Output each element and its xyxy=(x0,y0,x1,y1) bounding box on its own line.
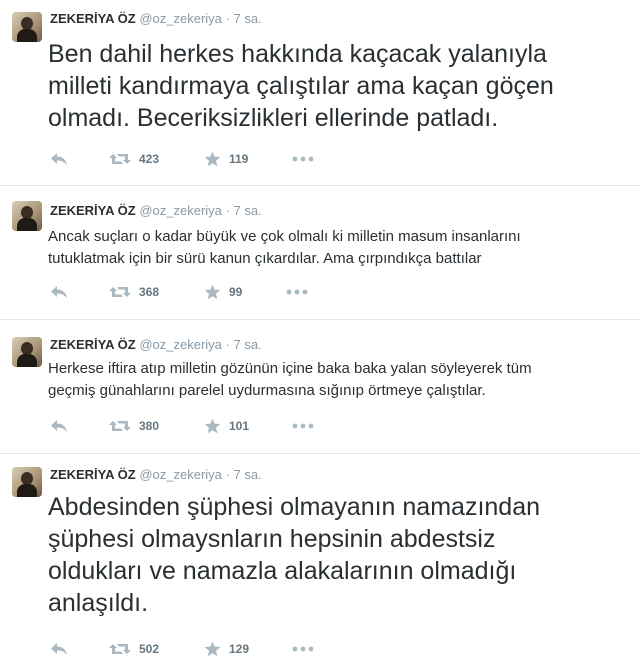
tweet-text-line: olmadı. Beceriksizlikleri ellerinde patl… xyxy=(48,104,499,132)
reply-icon xyxy=(51,420,67,432)
tweet-text: Herkese iftira atıp milletin gözünün içi… xyxy=(48,358,628,402)
avatar[interactable] xyxy=(12,201,42,231)
timestamp[interactable]: 7 sa. xyxy=(234,203,262,218)
tweet-text-line: şüphesi olmaysnların hepsinin abdestsiz xyxy=(48,525,496,553)
tweet-text-line: oldukları ve namazla alakalarının olmadı… xyxy=(48,557,517,585)
retweet-count: 423 xyxy=(139,152,160,166)
tweet-text-line: milleti kandırmaya çalıştılar ama kaçan … xyxy=(48,72,554,100)
favorite-count: 129 xyxy=(229,642,250,656)
tweet-text: Ben dahil herkes hakkında kaçacak yalanı… xyxy=(48,38,628,134)
separator-dot: · xyxy=(225,11,230,26)
author-name[interactable]: ZEKERİYA ÖZ xyxy=(50,337,136,352)
reply-button[interactable] xyxy=(50,639,68,659)
reply-icon xyxy=(51,643,67,655)
more-icon xyxy=(292,156,314,162)
tweet[interactable]: ZEKERİYA ÖZ @oz_zekeriya · 7 sa. Abdesin… xyxy=(0,454,640,669)
reply-button[interactable] xyxy=(50,282,68,302)
author-name[interactable]: ZEKERİYA ÖZ xyxy=(50,467,136,482)
retweet-count: 368 xyxy=(139,285,160,299)
reply-icon xyxy=(51,153,67,165)
reply-button[interactable] xyxy=(50,416,68,436)
reply-icon xyxy=(51,286,67,298)
star-icon xyxy=(204,641,221,657)
retweet-button[interactable]: 502 xyxy=(109,639,159,659)
favorite-count: 99 xyxy=(229,285,243,299)
avatar[interactable] xyxy=(12,467,42,497)
more-button[interactable] xyxy=(292,149,314,169)
retweet-button[interactable]: 380 xyxy=(109,416,159,436)
tweet-text-line: anlaşıldı. xyxy=(48,589,149,617)
more-icon xyxy=(292,646,314,652)
author-handle[interactable]: @oz_zekeriya xyxy=(139,467,222,482)
avatar[interactable] xyxy=(12,337,42,367)
tweet-text-line: tutuklatmak için bir sürü kanun çıkardıl… xyxy=(48,250,482,267)
more-icon xyxy=(292,423,314,429)
tweet-text: Abdesinden şüphesi olmayanın namazından … xyxy=(48,491,628,619)
tweet[interactable]: ZEKERİYA ÖZ @oz_zekeriya · 7 sa. Herkese… xyxy=(0,320,640,454)
more-icon xyxy=(286,289,308,295)
author-handle[interactable]: @oz_zekeriya xyxy=(139,203,222,218)
separator-dot: · xyxy=(225,337,230,352)
reply-button[interactable] xyxy=(50,149,68,169)
retweet-icon xyxy=(109,154,131,164)
star-icon xyxy=(204,284,221,300)
author-handle[interactable]: @oz_zekeriya xyxy=(139,11,222,26)
retweet-icon xyxy=(109,644,131,654)
favorite-button[interactable]: 101 xyxy=(204,416,249,436)
tweet[interactable]: ZEKERİYA ÖZ @oz_zekeriya · 7 sa. Ancak s… xyxy=(0,186,640,320)
timestamp[interactable]: 7 sa. xyxy=(234,337,262,352)
star-icon xyxy=(204,151,221,167)
retweet-button[interactable]: 368 xyxy=(109,282,159,302)
author-handle[interactable]: @oz_zekeriya xyxy=(139,337,222,352)
separator-dot: · xyxy=(225,467,230,482)
retweet-count: 502 xyxy=(139,642,160,656)
avatar[interactable] xyxy=(12,12,42,42)
favorite-count: 119 xyxy=(229,152,249,166)
star-icon xyxy=(204,418,221,434)
author-name[interactable]: ZEKERİYA ÖZ xyxy=(50,203,136,218)
timestamp[interactable]: 7 sa. xyxy=(234,11,262,26)
tweet-header: ZEKERİYA ÖZ @oz_zekeriya · 7 sa. xyxy=(50,203,262,218)
favorite-button[interactable]: 129 xyxy=(204,639,249,659)
separator-dot: · xyxy=(225,203,230,218)
more-button[interactable] xyxy=(292,639,314,659)
tweet-text-line: Ben dahil herkes hakkında kaçacak yalanı… xyxy=(48,40,547,68)
retweet-icon xyxy=(109,287,131,297)
favorite-count: 101 xyxy=(229,419,250,433)
favorite-button[interactable]: 119 xyxy=(204,149,248,169)
tweet-text-line: geçmiş günahlarını parelel uydurmasına s… xyxy=(48,382,486,399)
tweet-header: ZEKERİYA ÖZ @oz_zekeriya · 7 sa. xyxy=(50,467,262,482)
retweet-icon xyxy=(109,421,131,431)
retweet-button[interactable]: 423 xyxy=(109,149,159,169)
more-button[interactable] xyxy=(286,282,308,302)
more-button[interactable] xyxy=(292,416,314,436)
tweet-header: ZEKERİYA ÖZ @oz_zekeriya · 7 sa. xyxy=(50,11,262,26)
favorite-button[interactable]: 99 xyxy=(204,282,242,302)
tweet-text-line: Herkese iftira atıp milletin gözünün içi… xyxy=(48,360,532,377)
timestamp[interactable]: 7 sa. xyxy=(234,467,262,482)
tweet-text-line: Abdesinden şüphesi olmayanın namazından xyxy=(48,493,541,521)
tweet-header: ZEKERİYA ÖZ @oz_zekeriya · 7 sa. xyxy=(50,337,262,352)
tweet-text: Ancak suçları o kadar büyük ve çok olmal… xyxy=(48,226,628,270)
tweet[interactable]: ZEKERİYA ÖZ @oz_zekeriya · 7 sa. Ben dah… xyxy=(0,0,640,186)
author-name[interactable]: ZEKERİYA ÖZ xyxy=(50,11,136,26)
tweet-text-line: Ancak suçları o kadar büyük ve çok olmal… xyxy=(48,228,521,245)
retweet-count: 380 xyxy=(139,419,160,433)
